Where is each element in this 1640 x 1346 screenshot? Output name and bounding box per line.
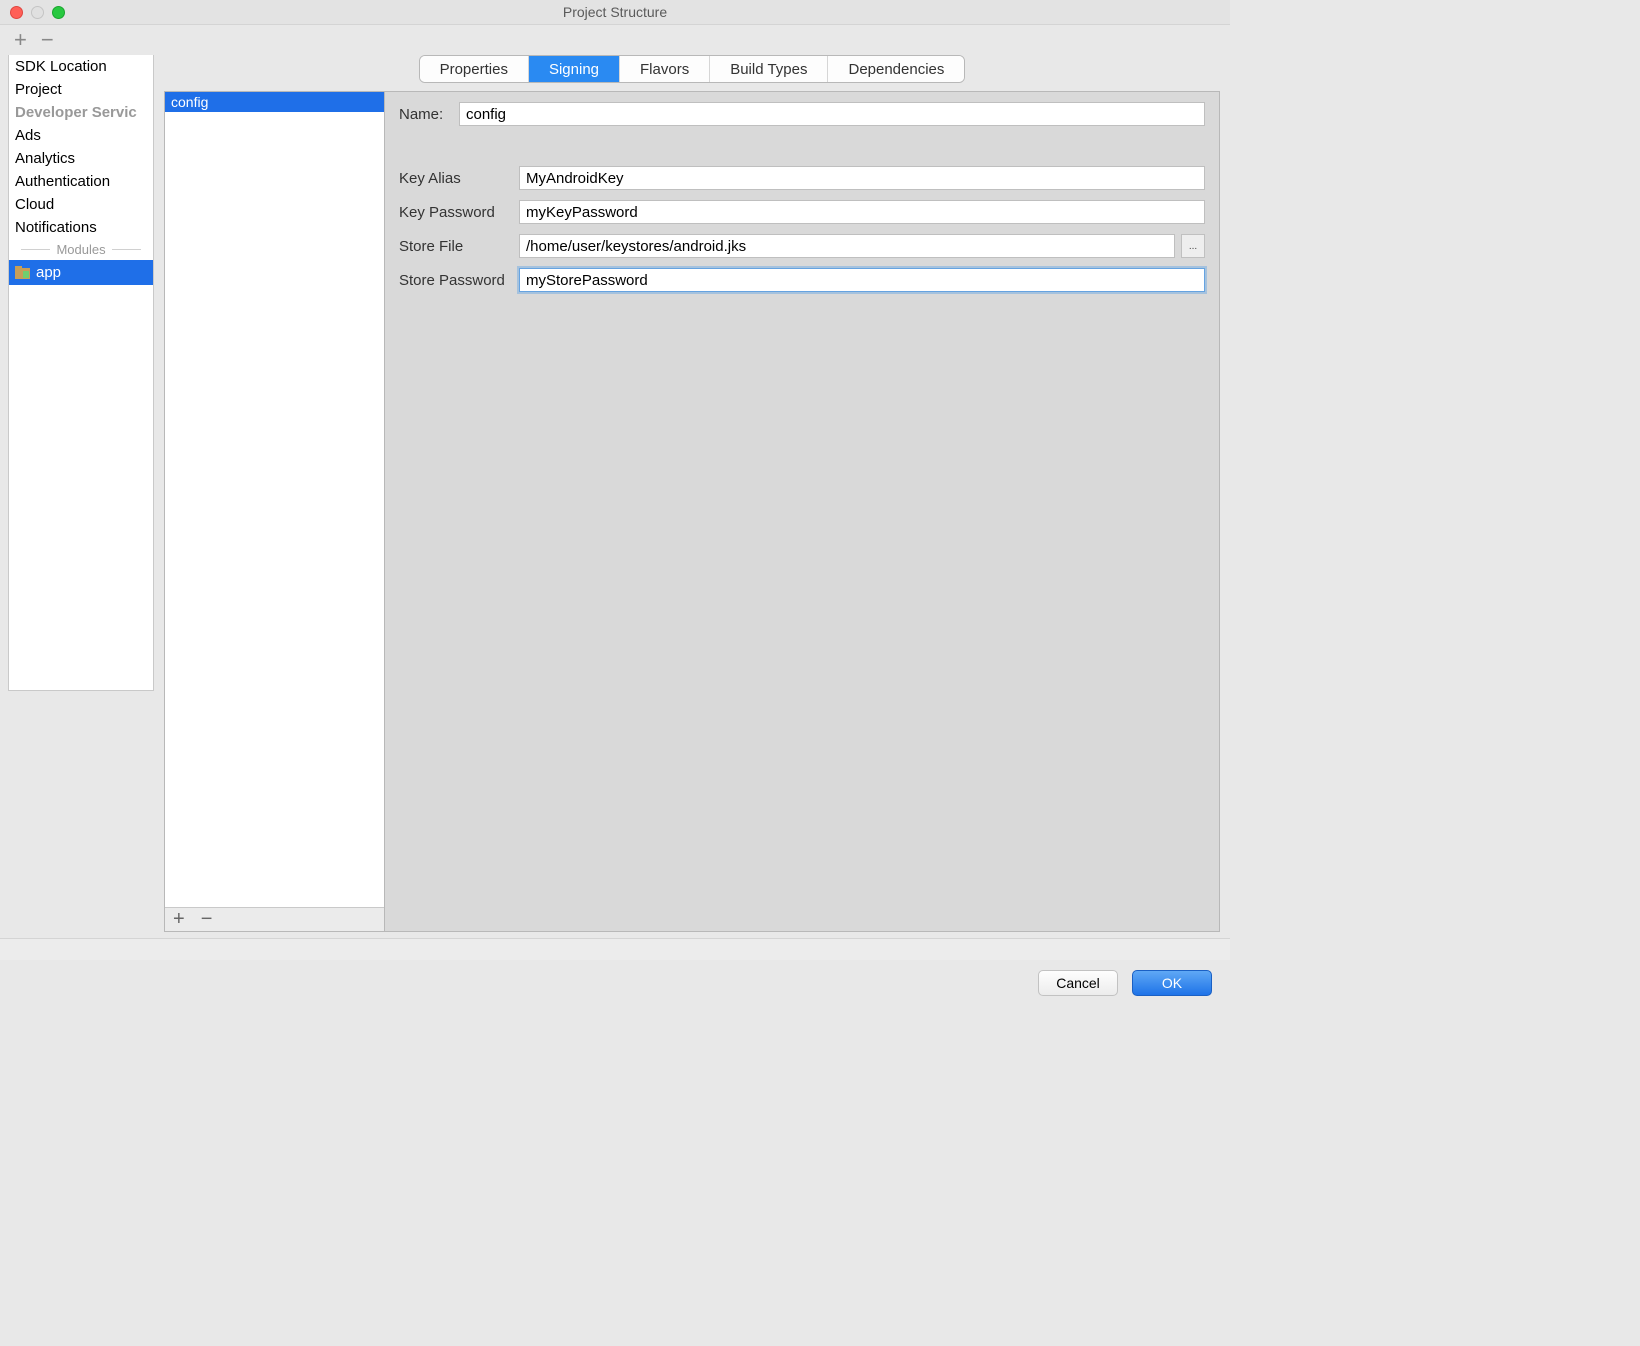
config-list-toolbar: + − [165,907,384,931]
sidebar-item-cloud[interactable]: Cloud [9,193,153,216]
dialog-buttons: Cancel OK [0,960,1230,1010]
sidebar-module-app[interactable]: app [9,260,153,285]
signing-config-panel: config + − [165,92,385,931]
top-toolbar: + − [0,25,1230,55]
tabs: Properties Signing Flavors Build Types D… [419,55,966,83]
zoom-window-icon[interactable] [52,6,65,19]
sidebar-item-project[interactable]: Project [9,78,153,101]
sidebar-item-notifications[interactable]: Notifications [9,216,153,239]
signing-config-list[interactable]: config [165,92,384,907]
store-password-field[interactable] [519,268,1205,292]
signing-form: Name: Key Alias Key Password Store File [385,92,1219,931]
sidebar: SDK Location Project Developer Servic Ad… [8,55,154,691]
store-file-label: Store File [399,238,519,255]
window-controls [10,6,65,19]
status-strip [0,938,1230,960]
sidebar-section-modules: Modules [9,239,153,260]
add-module-button[interactable]: + [14,29,27,51]
ok-button[interactable]: OK [1132,970,1212,996]
tab-dependencies[interactable]: Dependencies [828,56,964,82]
name-field[interactable] [459,102,1205,126]
sidebar-section-modules-label: Modules [56,242,105,257]
tab-build-types[interactable]: Build Types [710,56,828,82]
sidebar-item-sdk-location[interactable]: SDK Location [9,55,153,78]
remove-module-button[interactable]: − [41,29,54,51]
signing-config-item[interactable]: config [165,92,384,112]
key-alias-label: Key Alias [399,170,519,187]
remove-config-button[interactable]: − [201,908,213,931]
titlebar: Project Structure [0,0,1230,25]
store-file-field[interactable] [519,234,1175,258]
sidebar-section-developer-services: Developer Servic [9,101,153,124]
tab-flavors[interactable]: Flavors [620,56,710,82]
store-password-label: Store Password [399,272,519,289]
sidebar-item-ads[interactable]: Ads [9,124,153,147]
sidebar-module-label: app [36,264,61,281]
window-title: Project Structure [563,4,667,20]
key-password-label: Key Password [399,204,519,221]
cancel-button[interactable]: Cancel [1038,970,1118,996]
tab-signing[interactable]: Signing [529,56,620,82]
close-window-icon[interactable] [10,6,23,19]
name-label: Name: [399,106,459,123]
signing-pane: config + − Name: Key Alias [164,91,1220,932]
tab-properties[interactable]: Properties [420,56,529,82]
module-folder-icon [15,266,30,279]
add-config-button[interactable]: + [173,908,185,931]
key-password-field[interactable] [519,200,1205,224]
sidebar-item-authentication[interactable]: Authentication [9,170,153,193]
sidebar-item-analytics[interactable]: Analytics [9,147,153,170]
minimize-window-icon[interactable] [31,6,44,19]
key-alias-field[interactable] [519,166,1205,190]
browse-store-file-button[interactable]: ... [1181,234,1205,258]
